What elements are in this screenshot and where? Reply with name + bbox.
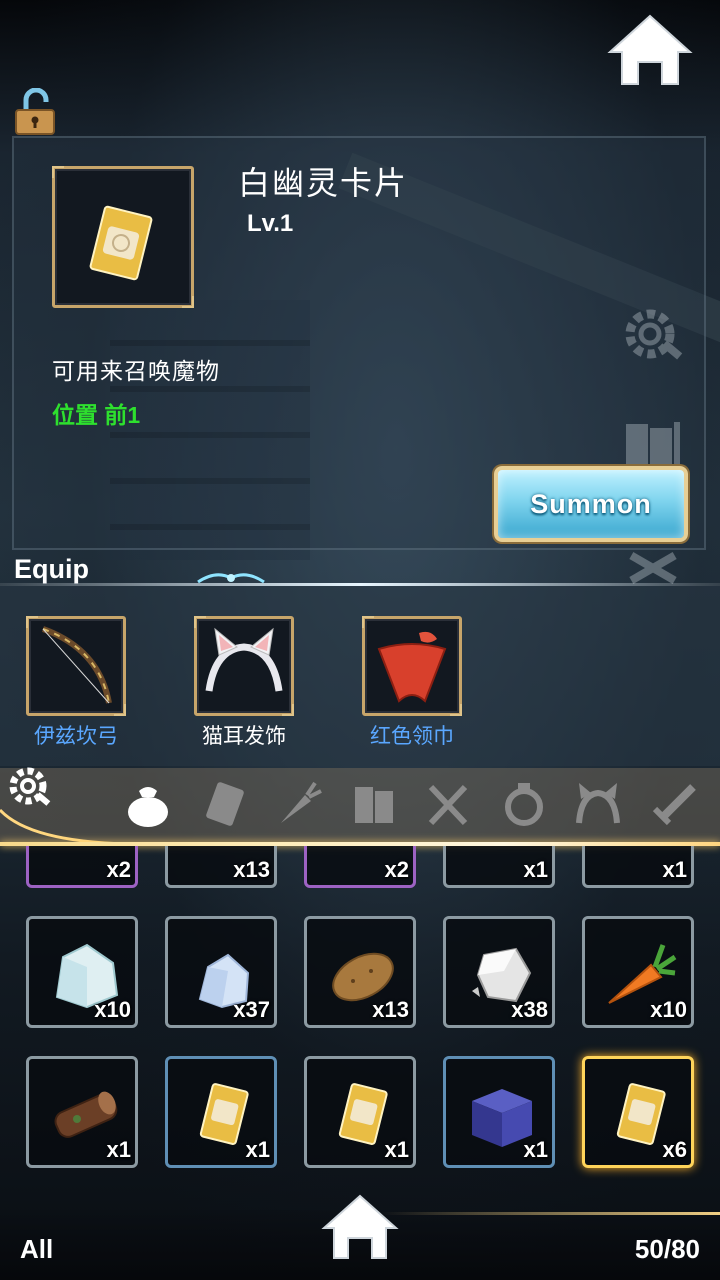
equip-label-weapon: 伊兹坎弓	[34, 725, 118, 748]
item-count: x1	[662, 857, 687, 882]
equip-slot-head[interactable]	[194, 616, 294, 716]
category-tab-cards[interactable]	[198, 778, 250, 830]
category-tab-cooking[interactable]	[422, 778, 474, 830]
inventory-slot[interactable]: x1	[304, 1056, 416, 1168]
category-tab-weapons[interactable]	[648, 778, 700, 830]
fork-knife-icon	[428, 784, 468, 826]
lock-toggle[interactable]	[12, 87, 58, 136]
ring-icon	[505, 783, 543, 826]
inventory-slot[interactable]: x1	[443, 846, 555, 888]
inventory-capacity: 50/80	[634, 1234, 700, 1264]
item-count: x37	[233, 997, 270, 1022]
book-icon[interactable]	[622, 418, 684, 470]
cat-ear-headband-icon	[205, 627, 283, 692]
home-icon	[607, 14, 693, 85]
bag-icon	[128, 787, 168, 827]
sword-icon	[652, 784, 696, 826]
inventory-row-partial: x2 x13 x2 x1 x1	[0, 846, 720, 892]
item-count: x1	[384, 1137, 409, 1162]
category-tab-headwear[interactable]	[572, 778, 624, 830]
category-tab-food[interactable]	[272, 778, 324, 830]
item-count: x38	[511, 997, 548, 1022]
inventory-slot[interactable]: x2	[304, 846, 416, 888]
category-tab-all-items[interactable]	[122, 778, 174, 830]
inventory-slot[interactable]: x10	[582, 916, 694, 1028]
equip-slot-neck[interactable]	[362, 616, 462, 716]
summon-button[interactable]: Summon	[494, 466, 688, 542]
book-icon	[355, 787, 393, 823]
inventory-slot[interactable]: x13	[165, 846, 277, 888]
equip-label-head: 猫耳发饰	[202, 725, 286, 748]
equip-divider	[0, 583, 720, 586]
bow-icon	[41, 626, 112, 704]
carrot-icon	[281, 781, 322, 823]
category-tab-books[interactable]	[348, 778, 400, 830]
inventory-slot[interactable]: x1	[165, 1056, 277, 1168]
item-count: x2	[384, 857, 409, 882]
item-name: 白幽灵卡片	[238, 165, 409, 201]
inventory-slot[interactable]: x1	[582, 846, 694, 888]
card-icon	[206, 782, 244, 826]
inventory-slot[interactable]: x2	[26, 846, 138, 888]
item-description: 可用来召唤魔物	[52, 358, 220, 384]
item-count: x2	[106, 857, 131, 882]
item-count: x13	[372, 997, 409, 1022]
item-count: x1	[106, 1137, 131, 1162]
item-count: x13	[233, 857, 270, 882]
headband-icon	[576, 783, 620, 824]
ornament-icon	[197, 573, 265, 584]
settings-gear-icon[interactable]	[620, 302, 686, 368]
item-count: x1	[245, 1137, 270, 1162]
item-count: x10	[94, 997, 131, 1022]
filter-all-button[interactable]: All	[20, 1234, 53, 1265]
inventory-slot[interactable]: x37	[165, 916, 277, 1028]
inventory-slot[interactable]: x10	[26, 916, 138, 1028]
item-count: x10	[650, 997, 687, 1022]
equip-slot-weapon[interactable]	[26, 616, 126, 716]
footer-line	[380, 1212, 720, 1215]
item-count: x1	[523, 1137, 548, 1162]
inventory-slot[interactable]: x1	[443, 1056, 555, 1168]
inventory-slot[interactable]: x38	[443, 916, 555, 1028]
unlock-icon	[15, 87, 55, 135]
inventory-slot[interactable]: x13	[304, 916, 416, 1028]
equip-label-neck: 红色领巾	[370, 725, 454, 748]
gear-icon	[9, 767, 51, 806]
card-icon	[89, 205, 153, 281]
item-level: Lv.1	[247, 210, 294, 237]
sort-settings-button[interactable]	[6, 764, 52, 810]
item-preview-frame	[52, 166, 194, 308]
category-tab-rings[interactable]	[498, 778, 550, 830]
red-scarf-icon	[377, 631, 447, 703]
inventory-slot[interactable]: x1	[26, 1056, 138, 1168]
home-icon	[321, 1194, 399, 1259]
bottom-home-button[interactable]	[320, 1192, 400, 1262]
inventory-slot-selected[interactable]: x6	[582, 1056, 694, 1168]
home-button[interactable]	[606, 12, 694, 88]
item-count: x6	[662, 1137, 687, 1162]
item-count: x1	[523, 857, 548, 882]
item-position: 位置 前1	[52, 402, 141, 428]
equip-title: Equip	[14, 554, 89, 584]
